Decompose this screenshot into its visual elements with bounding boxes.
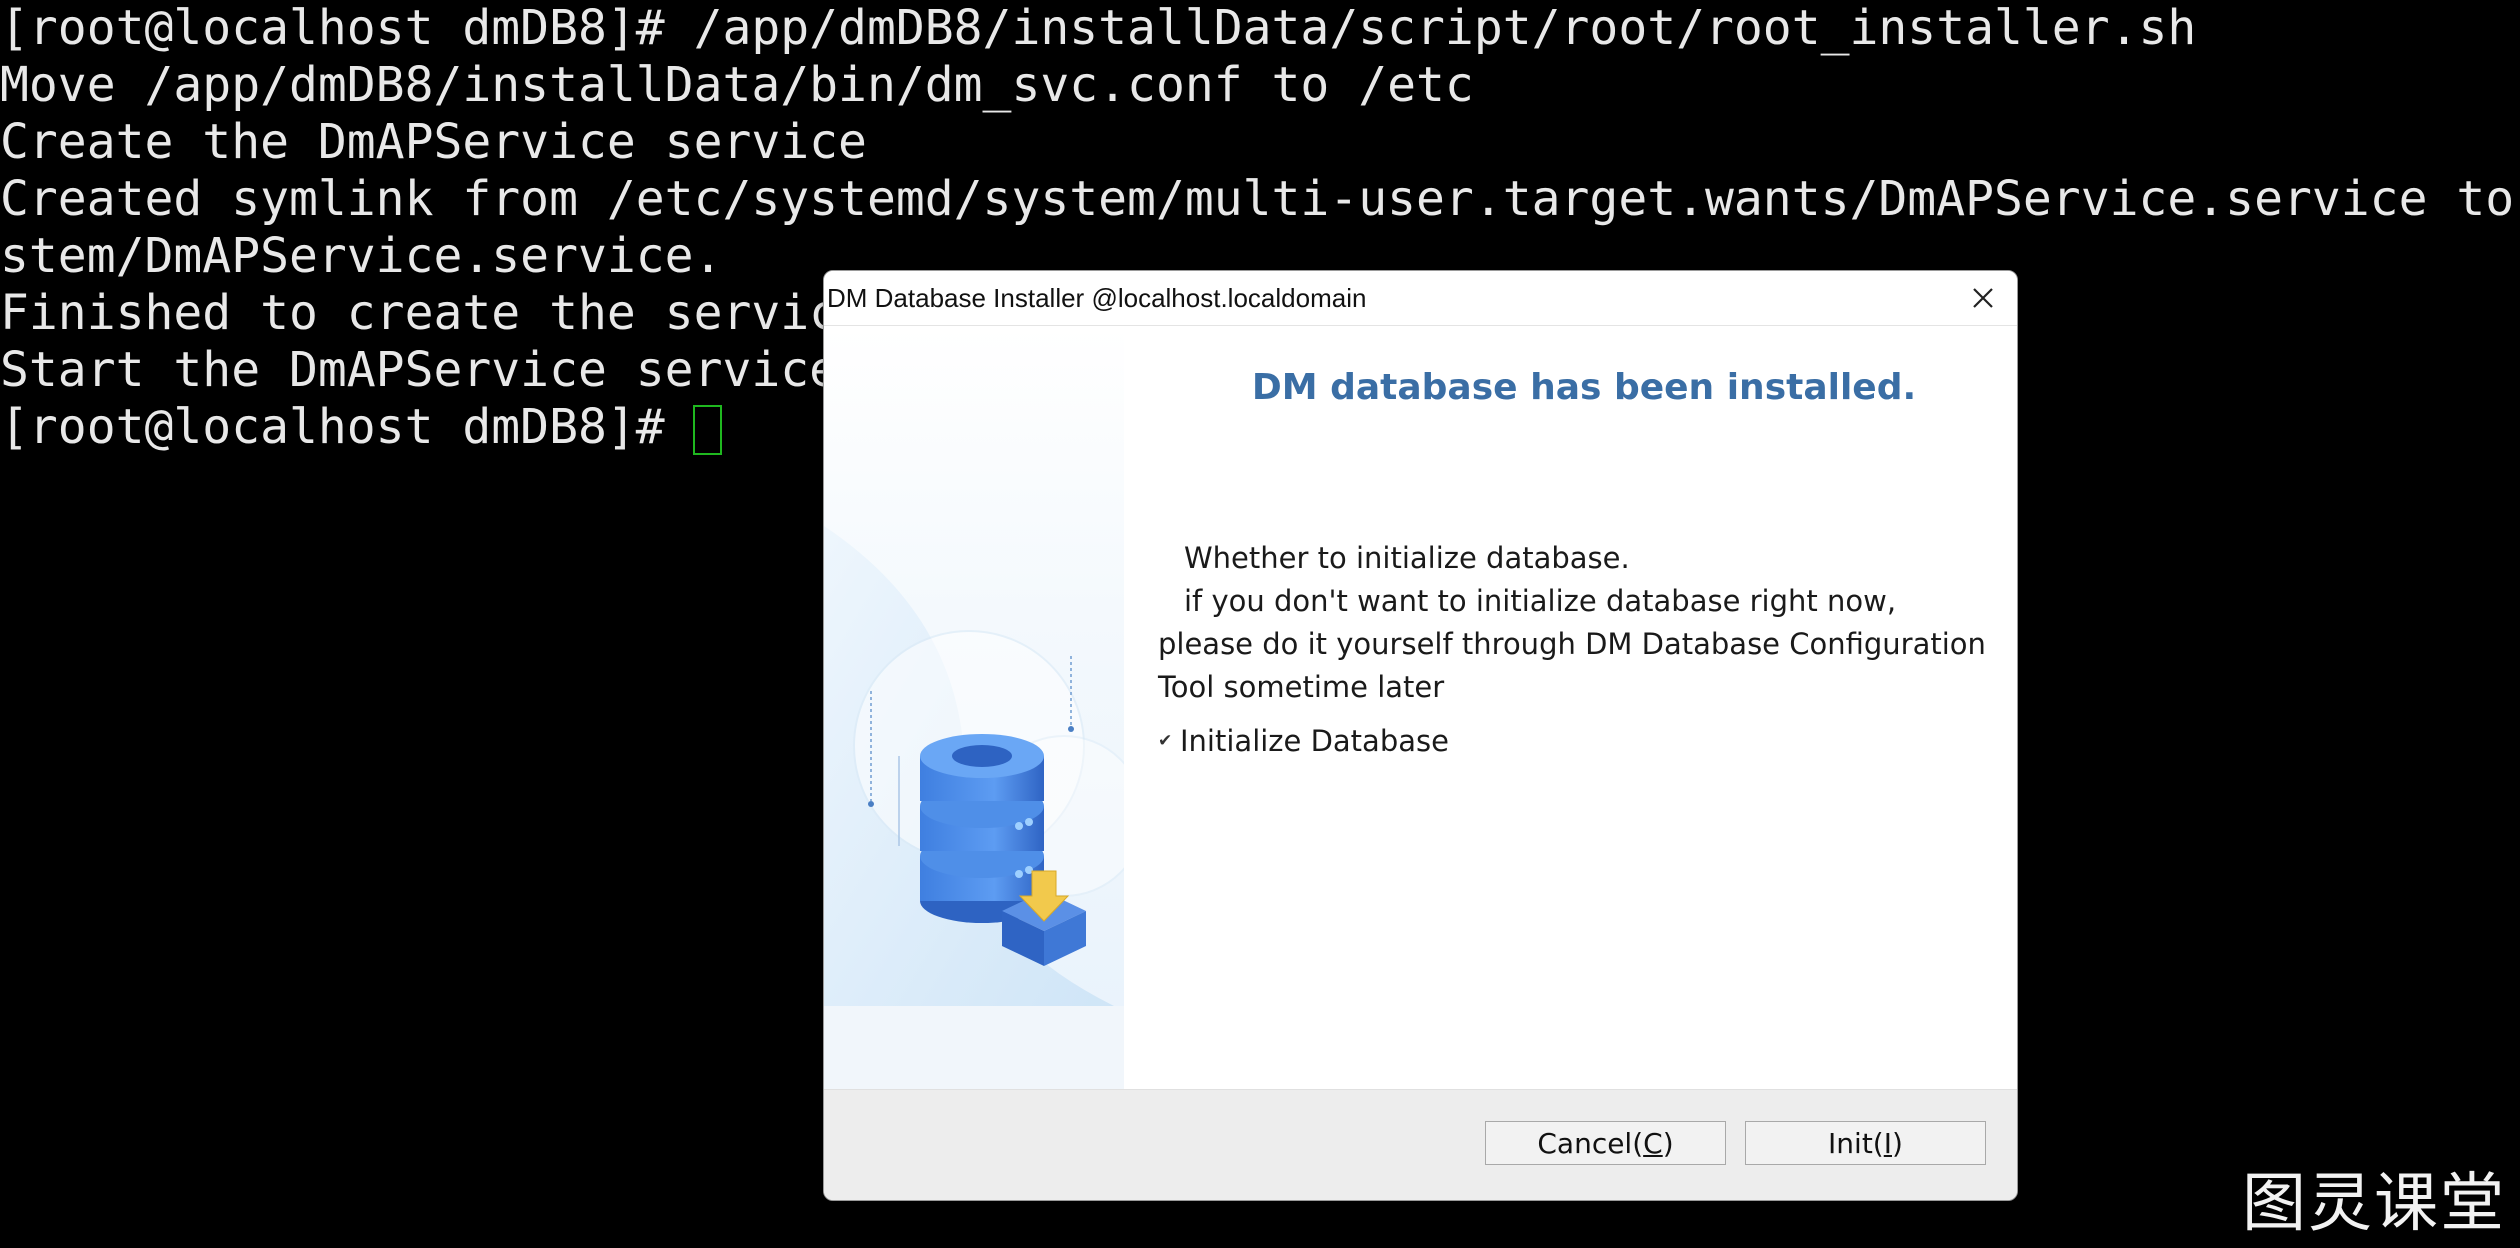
terminal-cursor: [692, 405, 722, 455]
close-button[interactable]: [1961, 278, 2005, 318]
database-install-illustration: [824, 526, 1145, 1144]
cancel-button[interactable]: Cancel(C): [1485, 1121, 1726, 1165]
terminal-line: Move /app/dmDB8/installData/bin/dm_svc.c…: [0, 57, 1474, 113]
message-line: Tool sometime later: [1158, 670, 1445, 704]
dialog-title: DM Database Installer @localhost.localdo…: [827, 283, 1367, 313]
close-icon: [1973, 288, 1993, 308]
terminal-prompt: [root@localhost dmDB8]#: [0, 399, 665, 455]
dialog-titlebar[interactable]: DM Database Installer @localhost.localdo…: [824, 271, 2017, 326]
message-line: if you don't want to initialize database…: [1184, 584, 1897, 618]
cancel-mnemonic: C: [1643, 1126, 1663, 1160]
terminal-line: Created symlink from /etc/systemd/system…: [0, 171, 2515, 227]
terminal-line: Create the DmAPService service: [0, 114, 867, 170]
terminal-line: [root@localhost dmDB8]# /app/dmDB8/insta…: [0, 0, 2197, 56]
installer-dialog: DM Database Installer @localhost.localdo…: [823, 270, 2018, 1201]
init-mnemonic: I: [1883, 1126, 1892, 1160]
checkmark-icon: ✔: [1158, 731, 1173, 751]
watermark: 图灵课堂: [2242, 1167, 2506, 1241]
dialog-heading: DM database has been installed.: [1251, 367, 1917, 408]
init-label-prefix: Init(: [1828, 1126, 1884, 1160]
init-label-suffix: ): [1892, 1126, 1903, 1160]
message-line: Whether to initialize database.: [1184, 541, 1630, 575]
init-button[interactable]: Init(I): [1745, 1121, 1986, 1165]
cancel-label-suffix: ): [1662, 1126, 1674, 1160]
initialize-database-checkbox[interactable]: ✔ Initialize Database: [1158, 724, 1449, 758]
message-line: please do it yourself through DM Databas…: [1158, 627, 1986, 661]
side-illustration-panel: [824, 326, 1145, 1144]
cancel-label-prefix: Cancel(: [1537, 1126, 1644, 1160]
checkbox-label: Initialize Database: [1180, 724, 1449, 758]
